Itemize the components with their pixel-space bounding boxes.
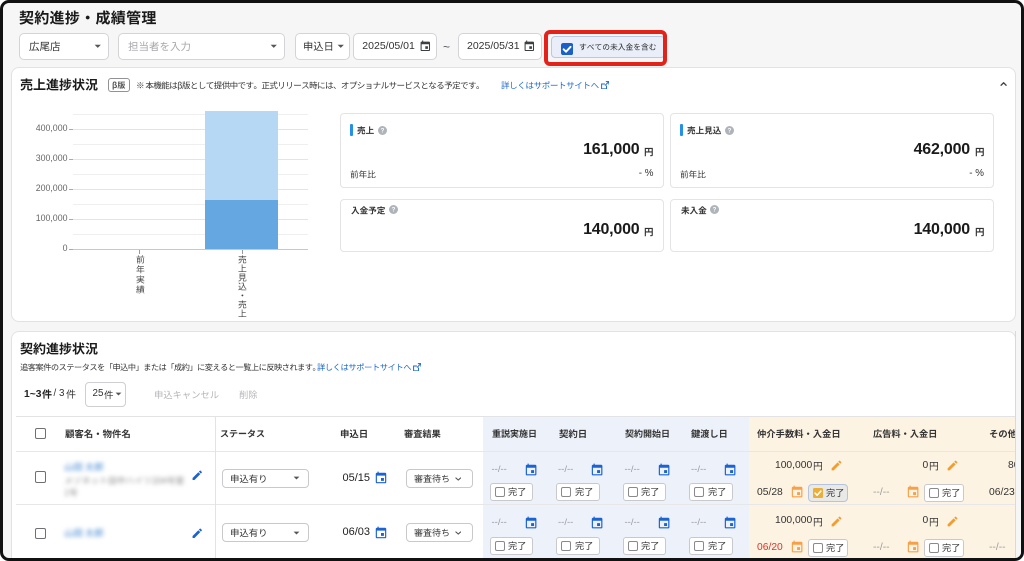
svg-text:?: ? [728,127,732,134]
svg-text:?: ? [380,127,384,134]
svg-text:?: ? [392,207,396,214]
svg-text:?: ? [713,207,717,214]
